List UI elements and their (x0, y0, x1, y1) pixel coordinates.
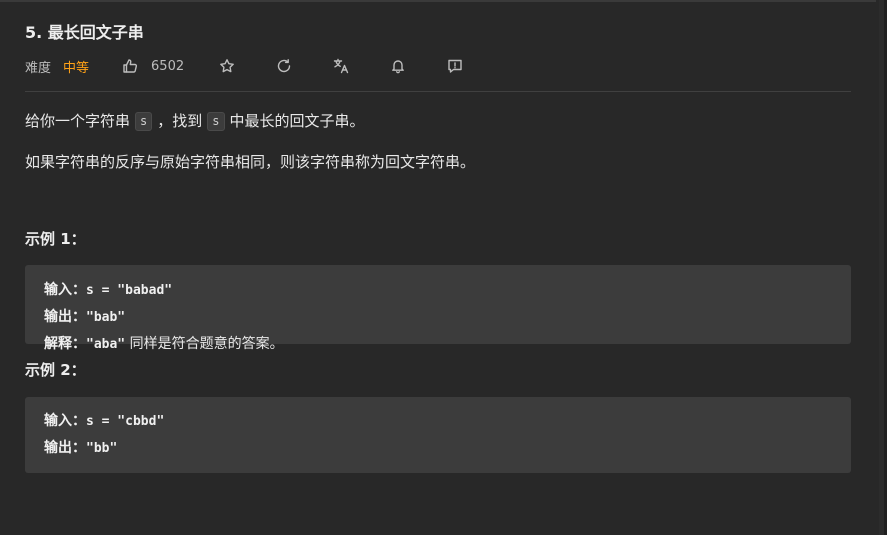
example-value: "bb" (86, 441, 118, 456)
example-value: "aba" (86, 337, 126, 352)
statement-text-a: 给你一个字符串 (25, 112, 131, 130)
example-line: 输入：s = "babad" (44, 277, 833, 304)
translate-icon[interactable] (332, 57, 350, 75)
scrollbar-track[interactable] (879, 0, 887, 535)
example-2-title: 示例 2： (25, 361, 86, 379)
example-1-block: 输入：s = "babad" 输出："bab" 解释："aba" 同样是符合题意… (25, 265, 851, 352)
star-icon[interactable] (218, 57, 236, 75)
example-key: 输出： (44, 309, 86, 325)
statement-paragraph-2: 如果字符串的反序与原始字符串相同，则该字符串称为回文字符串。 (25, 153, 476, 171)
example-value: s = "babad" (86, 283, 173, 298)
difficulty-badge: 中等 (63, 60, 90, 76)
example-line: 输入：s = "cbbd" (44, 408, 833, 435)
example-key: 解释： (44, 336, 86, 352)
inline-code: s (135, 112, 153, 131)
example-1-title: 示例 1： (25, 230, 86, 248)
example-key: 输入： (44, 413, 86, 429)
divider (25, 91, 851, 92)
statement-paragraph-1: 给你一个字符串 s ，找到 s 中最长的回文子串。 (25, 110, 851, 132)
difficulty-label: 难度 (25, 60, 52, 76)
inline-code: s (207, 112, 225, 131)
like-button[interactable]: 6502 (121, 57, 184, 75)
example-line: 解释："aba" 同样是符合题意的答案。 (44, 331, 833, 358)
feedback-icon[interactable] (446, 57, 464, 75)
refresh-icon[interactable] (275, 57, 293, 75)
example-explanation: 同样是符合题意的答案。 (125, 336, 284, 352)
problem-meta-bar: 难度 中等 6502 (25, 54, 851, 78)
example-2-block: 输入：s = "cbbd" 输出："bb" (25, 397, 851, 473)
statement-text-c: 中最长的回文子串。 (229, 112, 365, 130)
example-key: 输出： (44, 440, 86, 456)
problem-statement: 给你一个字符串 s ，找到 s 中最长的回文子串。 如果字符串的反序与原始字符串相同，则… (25, 110, 851, 173)
problem-description-panel: 5. 最长回文子串 难度 中等 6502 给你一个字符串 s ，找到 s 中最长的回文子… (25, 0, 851, 473)
example-line: 输出："bb" (44, 435, 833, 462)
example-value: s = "cbbd" (86, 414, 165, 429)
example-line: 输出："bab" (44, 304, 833, 331)
example-key: 输入： (44, 282, 86, 298)
example-value: "bab" (86, 310, 126, 325)
thumbs-up-icon (121, 57, 139, 75)
like-count: 6502 (151, 58, 185, 74)
problem-title: 5. 最长回文子串 (25, 23, 144, 42)
statement-text-b: ，找到 (157, 112, 203, 130)
bell-icon[interactable] (389, 57, 407, 75)
